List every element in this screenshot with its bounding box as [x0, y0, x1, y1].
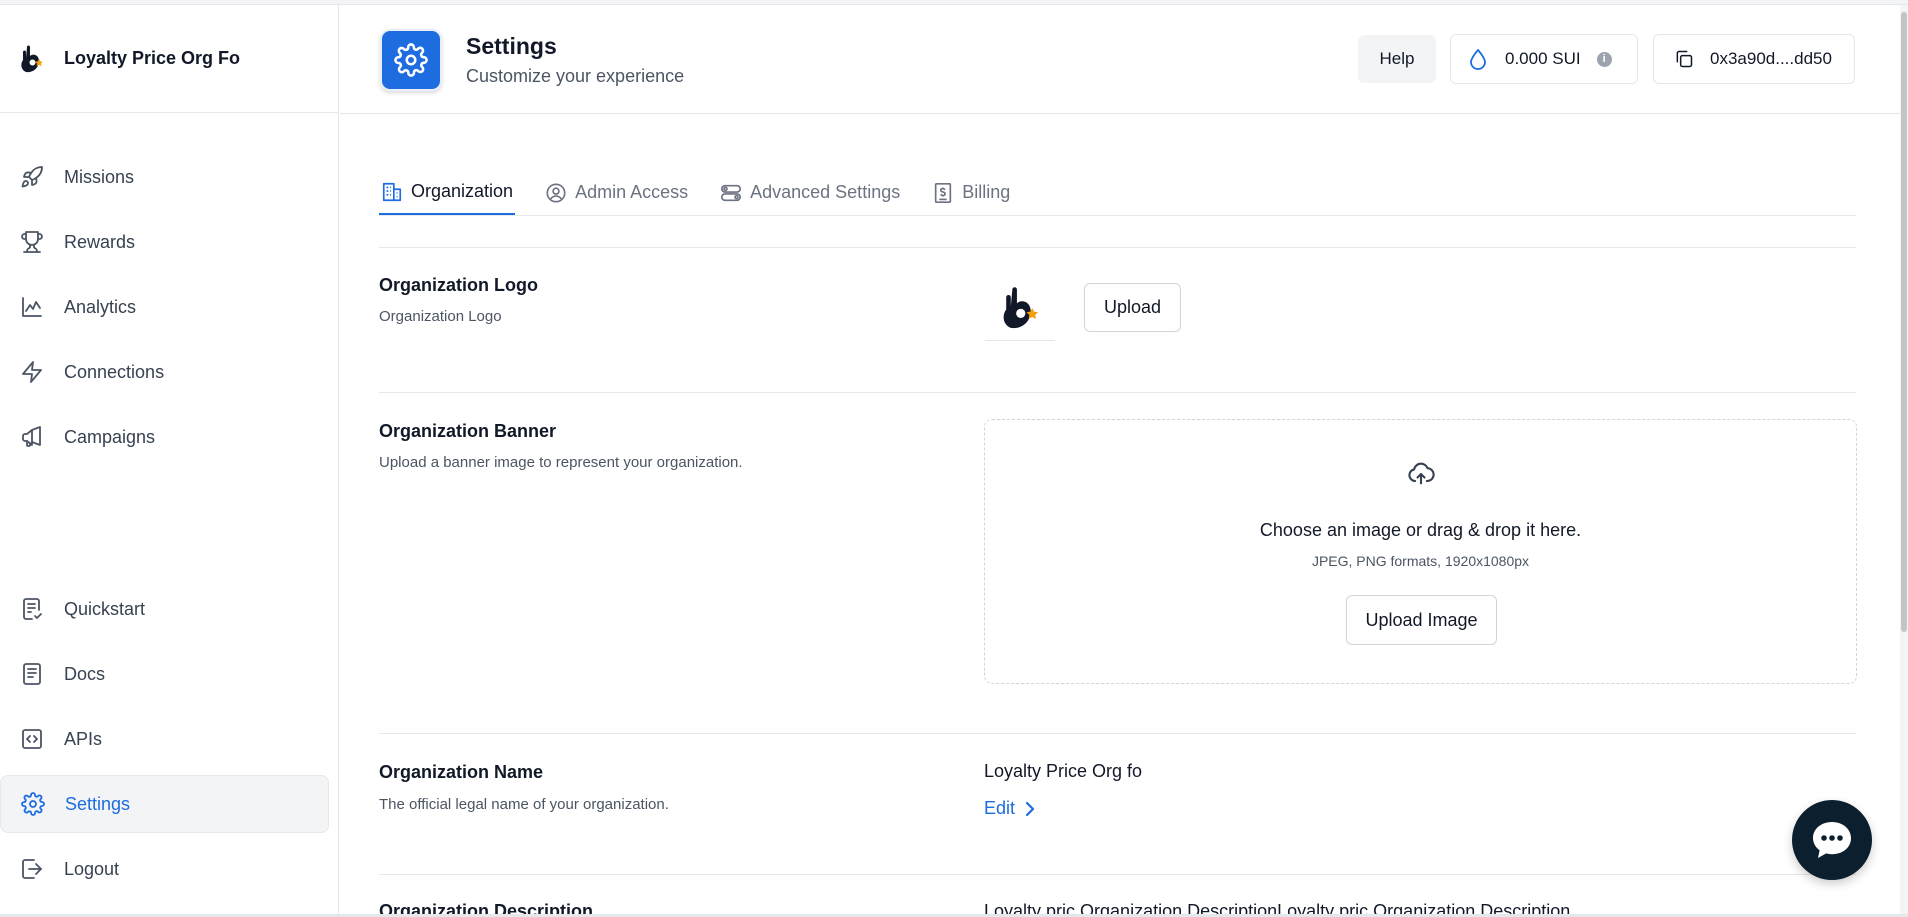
sidebar-item-label: Quickstart: [64, 598, 146, 619]
sidebar-item-label: Missions: [64, 166, 135, 187]
gear-icon: [20, 791, 46, 817]
sidebar-item-missions[interactable]: Missions: [0, 148, 329, 206]
sidebar-item-label: Logout: [64, 858, 120, 879]
org-name-value: Loyalty Price Org fo: [984, 761, 1143, 781]
sidebar-item-label: Docs: [64, 663, 106, 684]
sidebar-item-quickstart[interactable]: Quickstart: [0, 580, 329, 638]
org-banner-title: Organization Banner: [379, 421, 557, 441]
page-header: Settings Customize your experience Help …: [340, 5, 1900, 114]
sidebar-item-label: Settings: [65, 793, 131, 814]
sidebar-item-label: Campaigns: [64, 426, 156, 447]
chat-bubble-icon: [1813, 822, 1851, 858]
sidebar-item-docs[interactable]: Docs: [0, 645, 329, 703]
chevron-right-icon: [1023, 800, 1037, 818]
cloud-upload-icon: [1407, 460, 1435, 488]
org-logo-preview: [985, 275, 1055, 341]
ok-hand-logo-icon: [16, 43, 48, 75]
sidebar-item-analytics[interactable]: Analytics: [0, 278, 329, 336]
org-banner-description: Upload a banner image to represent your …: [379, 454, 743, 471]
sidebar-nav-secondary: Quickstart Docs APIs Settings Logout: [0, 580, 339, 905]
edit-org-name-link[interactable]: Edit: [984, 798, 1037, 819]
banner-dropzone[interactable]: Choose an image or drag & drop it here. …: [984, 419, 1857, 684]
sidebar-item-label: Connections: [64, 361, 165, 382]
tab-billing[interactable]: Billing: [930, 170, 1012, 215]
org-name-title: Organization Name: [379, 762, 544, 782]
lightning-icon: [19, 359, 45, 385]
help-button[interactable]: Help: [1358, 35, 1436, 83]
checklist-icon: [19, 596, 45, 622]
document-icon: [19, 661, 45, 687]
tab-organization[interactable]: Organization: [379, 170, 516, 215]
tab-label: Organization: [411, 181, 514, 201]
upload-logo-button[interactable]: Upload: [1084, 283, 1181, 332]
brand[interactable]: Loyalty Price Org Fo: [0, 5, 338, 113]
balance-button[interactable]: 0.000 SUI i: [1450, 34, 1638, 84]
sidebar-item-connections[interactable]: Connections: [0, 343, 329, 401]
edit-label: Edit: [984, 798, 1016, 818]
tab-advanced-settings[interactable]: Advanced Settings: [718, 170, 902, 215]
org-logo-description: Organization Logo: [379, 308, 502, 325]
sidebar-item-label: APIs: [64, 728, 103, 749]
rocket-icon: [19, 164, 45, 190]
tab-label: Admin Access: [575, 182, 689, 202]
page-subtitle: Customize your experience: [466, 66, 685, 86]
sidebar-item-settings[interactable]: Settings: [0, 775, 329, 833]
sidebar-item-label: Rewards: [64, 231, 136, 252]
receipt-icon: [932, 182, 954, 204]
brand-name: Loyalty Price Org Fo: [64, 48, 241, 68]
section-divider: [379, 392, 1856, 393]
org-name-description: The official legal name of your organiza…: [379, 796, 669, 813]
copy-icon: [1674, 49, 1694, 69]
building-icon: [381, 181, 403, 203]
section-divider: [379, 874, 1856, 875]
droplet-icon: [1469, 48, 1487, 70]
info-icon[interactable]: i: [1596, 51, 1612, 67]
scrollbar-thumb[interactable]: [1901, 12, 1907, 632]
toggles-icon: [720, 182, 742, 204]
megaphone-icon: [19, 424, 45, 450]
balance-value: 0.000 SUI: [1505, 49, 1581, 68]
sidebar-item-rewards[interactable]: Rewards: [0, 213, 329, 271]
user-circle-icon: [545, 182, 567, 204]
settings-tabs: Organization Admin Access Advanced Setti…: [379, 170, 1856, 216]
settings-gear-icon: [380, 29, 442, 91]
chart-line-icon: [19, 294, 45, 320]
settings-content: Organization Admin Access Advanced Setti…: [340, 115, 1900, 917]
tab-label: Billing: [962, 182, 1011, 202]
dropzone-formats: JPEG, PNG formats, 1920x1080px: [1311, 553, 1530, 569]
section-divider: [379, 247, 1856, 248]
ok-hand-logo-icon: [1003, 286, 1039, 328]
code-icon: [19, 726, 45, 752]
chat-launcher-button[interactable]: [1792, 800, 1872, 880]
dropzone-title: Choose an image or drag & drop it here.: [1259, 520, 1582, 540]
tab-label: Advanced Settings: [750, 182, 901, 202]
upload-image-button[interactable]: Upload Image: [1346, 595, 1497, 645]
page-title: Settings: [466, 33, 557, 59]
sidebar-item-label: Analytics: [64, 296, 137, 317]
trophy-icon: [19, 229, 45, 255]
wallet-address-button[interactable]: 0x3a90d....dd50: [1653, 34, 1855, 84]
logout-icon: [19, 856, 45, 882]
wallet-address: 0x3a90d....dd50: [1710, 49, 1832, 68]
tab-admin-access[interactable]: Admin Access: [543, 170, 690, 215]
sidebar-nav-main: Missions Rewards Analytics Connections C…: [0, 148, 339, 473]
section-divider: [379, 733, 1856, 734]
sidebar-item-campaigns[interactable]: Campaigns: [0, 408, 329, 466]
org-logo-title: Organization Logo: [379, 275, 538, 295]
sidebar-item-apis[interactable]: APIs: [0, 710, 329, 768]
sidebar-item-logout[interactable]: Logout: [0, 840, 329, 898]
sidebar: Loyalty Price Org Fo Missions Rewards An…: [0, 5, 339, 917]
